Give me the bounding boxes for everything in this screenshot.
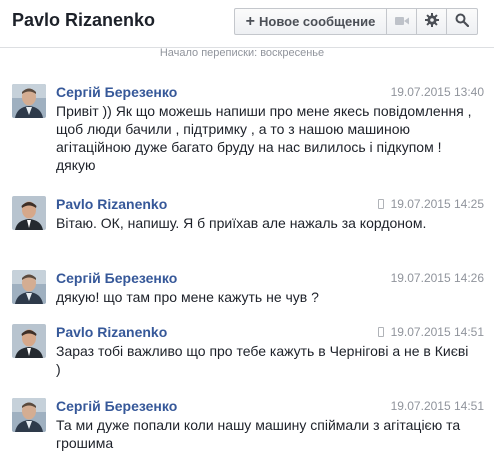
timestamp-text: 19.07.2015 14:26 <box>390 271 484 285</box>
settings-button[interactable] <box>417 9 447 34</box>
message-item: Сергій Березенко 19.07.2015 14:51 Та ми … <box>0 398 494 458</box>
plus-icon: + <box>245 12 255 30</box>
mobile-icon <box>377 199 384 209</box>
gear-icon <box>424 13 439 30</box>
avatar[interactable] <box>12 270 46 304</box>
sender-name[interactable]: Сергій Березенко <box>56 398 177 414</box>
message-item: Pavlo Rizanenko 19.07.2015 14:51 Зараз т… <box>0 324 494 384</box>
conversation-start-label: Начало переписки: воскресенье <box>159 47 325 59</box>
search-button[interactable] <box>447 9 477 34</box>
avatar[interactable] <box>12 324 46 358</box>
sender-name[interactable]: Pavlo Rizanenko <box>56 324 167 340</box>
message-item: Сергій Березенко 19.07.2015 14:26 дякую!… <box>0 270 494 310</box>
message-timestamp: 19.07.2015 13:40 <box>391 85 484 99</box>
sender-name[interactable]: Сергій Березенко <box>56 270 177 286</box>
message-timestamp: 19.07.2015 14:51 <box>377 325 484 339</box>
message-text: Привіт )) Як що можешь напиши про мене я… <box>56 103 472 173</box>
message-timestamp: 19.07.2015 14:51 <box>391 399 484 413</box>
message-text: Вітаю. ОК, напишу. Я б приїхав але нажал… <box>56 215 427 231</box>
new-message-label: Новое сообщение <box>258 14 376 29</box>
avatar[interactable] <box>12 84 46 118</box>
sender-name[interactable]: Pavlo Rizanenko <box>56 196 167 212</box>
conversation-header: Pavlo Rizanenko + Новое сообщение <box>0 0 494 44</box>
avatar[interactable] <box>12 398 46 432</box>
search-icon <box>455 13 470 30</box>
header-toolbar: + Новое сообщение <box>234 8 478 35</box>
timestamp-text: 19.07.2015 14:51 <box>390 399 484 413</box>
new-message-button[interactable]: + Новое сообщение <box>235 9 387 34</box>
mobile-icon <box>377 327 384 337</box>
conversation-title[interactable]: Pavlo Rizanenko <box>12 10 155 31</box>
message-text: дякую! що там про мене кажуть не чув ? <box>56 289 319 305</box>
timestamp-text: 19.07.2015 13:40 <box>390 85 484 99</box>
sender-name[interactable]: Сергій Березенко <box>56 84 177 100</box>
message-text: Зараз тобі важливо що про тебе кажуть в … <box>56 343 469 377</box>
timestamp-text: 19.07.2015 14:51 <box>390 325 484 339</box>
video-camera-icon <box>394 14 409 29</box>
message-item: Pavlo Rizanenko 19.07.2015 14:25 Вітаю. … <box>0 196 494 256</box>
message-text: Та ми дуже попали коли нашу машину спійм… <box>56 417 461 451</box>
message-timestamp: 19.07.2015 14:26 <box>391 271 484 285</box>
message-item: Сергій Березенко 19.07.2015 13:40 Привіт… <box>0 84 494 184</box>
message-timestamp: 19.07.2015 14:25 <box>377 197 484 211</box>
timestamp-text: 19.07.2015 14:25 <box>390 197 484 211</box>
avatar[interactable] <box>12 196 46 230</box>
video-call-button[interactable] <box>387 9 417 34</box>
